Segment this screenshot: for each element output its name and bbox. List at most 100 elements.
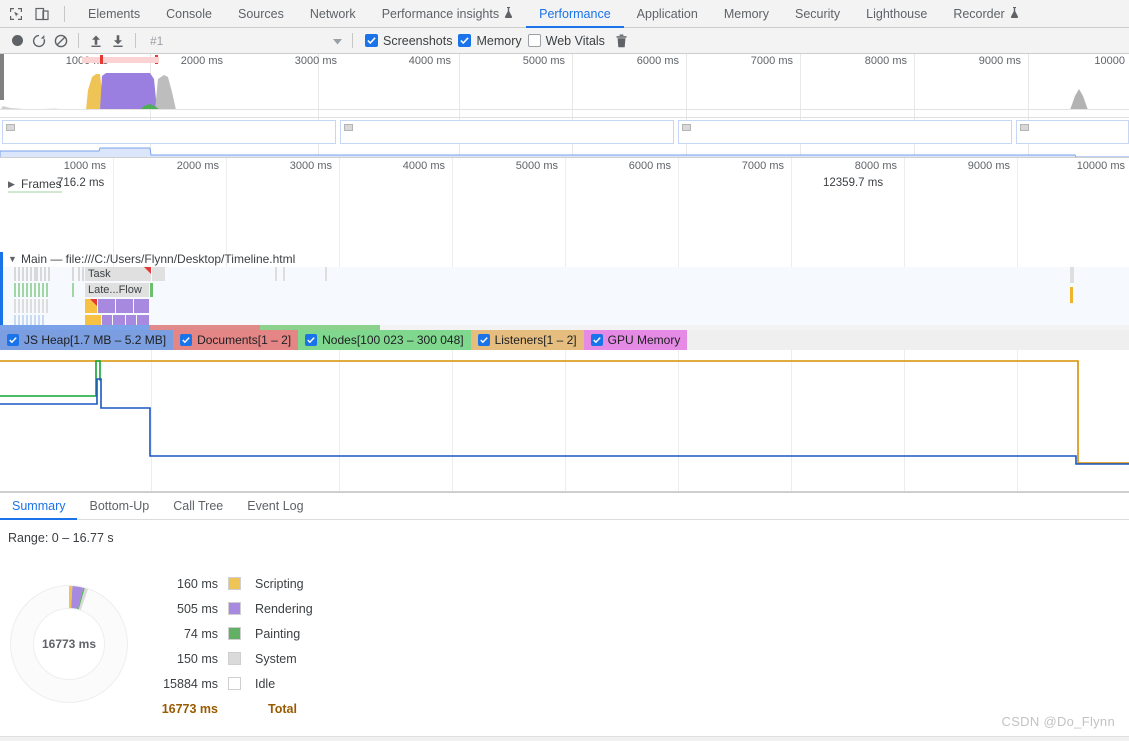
flame-event-rendering-child[interactable] [113, 315, 125, 325]
tab-network[interactable]: Network [297, 0, 369, 28]
tab-lighthouse[interactable]: Lighthouse [853, 0, 940, 28]
legend-swatch [228, 627, 241, 640]
flame-event-task[interactable]: Task [85, 267, 151, 281]
range-label: Range: 0 – 16.77 s [8, 531, 114, 545]
counter-toggle-gpu-memory[interactable]: GPU Memory [583, 330, 688, 350]
legend-row-rendering[interactable]: 505 ms Rendering [160, 596, 313, 621]
tab-memory[interactable]: Memory [711, 0, 782, 28]
collect-garbage-icon[interactable] [615, 34, 628, 48]
legend-row-idle[interactable]: 15884 ms Idle [160, 671, 313, 696]
legend-label: Painting [255, 626, 301, 641]
track-tick-label: 3000 ms [289, 160, 332, 172]
track-header-frames[interactable]: ▶ Frames [8, 177, 62, 193]
screenshot-thumb-icon [6, 124, 15, 131]
checkbox-label: Web Vitals [545, 33, 605, 48]
tabbar-tool-icons [0, 0, 75, 27]
profile-select[interactable]: #1 [146, 31, 346, 50]
flame-event-scripting[interactable] [85, 299, 97, 313]
legend-row-total: 16773 ms Total [160, 696, 313, 721]
flame-event-rendering-child[interactable] [102, 315, 112, 325]
overview-tick-label: 6000 ms [636, 55, 679, 67]
tab-elements[interactable]: Elements [75, 0, 153, 28]
drawer-tab-label: Summary [12, 499, 66, 513]
save-profile-icon[interactable] [107, 30, 129, 52]
tab-performance-insights[interactable]: Performance insights [369, 0, 526, 28]
check-icon [307, 337, 315, 344]
tab-recorder[interactable]: Recorder [940, 0, 1031, 28]
flame-event-rendering-child[interactable] [126, 315, 136, 325]
clear-icon[interactable] [50, 30, 72, 52]
overview-tick-label: 8000 ms [864, 55, 907, 67]
track-header-main[interactable]: ▼ Main — file:///C:/Users/Flynn/Desktop/… [8, 252, 295, 266]
tab-security[interactable]: Security [782, 0, 853, 28]
checkbox-memory[interactable]: Memory [458, 33, 522, 48]
record-circle-icon[interactable] [6, 30, 28, 52]
flame-event-rendering[interactable] [134, 299, 149, 313]
tab-call-tree[interactable]: Call Tree [161, 493, 235, 519]
checkbox-screenshots[interactable]: Screenshots [365, 34, 452, 48]
counter-label: Documents[1 – 2] [197, 333, 292, 347]
legend-row-scripting[interactable]: 160 ms Scripting [160, 571, 313, 596]
checkbox-box [7, 334, 19, 346]
legend-label: Rendering [255, 601, 313, 616]
overview-network-track [0, 110, 1129, 118]
tab-performance[interactable]: Performance [526, 0, 624, 28]
overview-filmstrip[interactable] [0, 118, 1129, 146]
filmstrip-frame[interactable] [1016, 120, 1129, 144]
overview-tick-label: 10000 [1094, 55, 1125, 67]
flame-event-layout-flow[interactable]: Late...Flow [85, 283, 149, 297]
counter-toggle-nodes[interactable]: Nodes[100 023 – 300 048] [298, 330, 471, 350]
filmstrip-frame[interactable] [678, 120, 1012, 144]
overview-tick-label: 2000 ms [180, 55, 223, 67]
timeline-tracks[interactable]: 1000 ms 2000 ms 3000 ms 4000 ms 5000 ms … [0, 158, 1129, 330]
legend-row-system[interactable]: 150 ms System [160, 646, 313, 671]
flame-event-small[interactable] [152, 267, 165, 281]
devtools-window: Elements Console Sources Network Perform… [0, 0, 1129, 741]
load-profile-icon[interactable] [85, 30, 107, 52]
counter-toggle-listeners[interactable]: Listeners[1 – 2] [470, 330, 584, 350]
flame-event-label: Late...Flow [88, 284, 142, 296]
counter-toggle-documents[interactable]: Documents[1 – 2] [173, 330, 299, 350]
track-tick-label: 5000 ms [515, 160, 558, 172]
memory-counters-bar: JS Heap[1.7 MB – 5.2 MB] Documents[1 – 2… [0, 330, 1129, 350]
legend-value: 15884 ms [163, 676, 218, 691]
inspect-cursor-icon[interactable] [8, 6, 24, 22]
track-label: Main — file:///C:/Users/Flynn/Desktop/Ti… [21, 252, 296, 266]
dropdown-caret-icon [333, 34, 342, 48]
counter-toggle-js-heap[interactable]: JS Heap[1.7 MB – 5.2 MB] [0, 330, 174, 350]
warning-triangle-icon [144, 267, 151, 274]
device-toggle-icon[interactable] [34, 6, 50, 22]
flame-event-rendering[interactable] [98, 299, 115, 313]
tab-console[interactable]: Console [153, 0, 225, 28]
legend-value: 74 ms [183, 626, 218, 641]
tab-sources[interactable]: Sources [225, 0, 297, 28]
tab-application[interactable]: Application [624, 0, 711, 28]
flame-event-rendering[interactable] [116, 299, 133, 313]
memory-counter-graph[interactable] [0, 350, 1129, 492]
checkbox-label: Memory [476, 33, 522, 48]
track-tick-label: 2000 ms [176, 160, 219, 172]
checkbox-box [365, 34, 378, 47]
check-icon [9, 337, 17, 344]
tab-summary[interactable]: Summary [0, 493, 78, 520]
legend-row-painting[interactable]: 74 ms Painting [160, 621, 313, 646]
checkbox-box [590, 334, 603, 346]
checkbox-box [305, 334, 318, 346]
check-icon [479, 337, 488, 344]
tab-bottom-up[interactable]: Bottom-Up [77, 493, 161, 519]
flame-event-scripting-child[interactable] [85, 315, 101, 325]
filmstrip-frame[interactable] [2, 120, 336, 144]
drawer-tabs: Summary Bottom-Up Call Tree Event Log [0, 493, 1129, 520]
reload-record-icon[interactable] [28, 30, 50, 52]
watermark: CSDN @Do_Flynn [1001, 714, 1115, 729]
track-tick-label: 7000 ms [741, 160, 784, 172]
timeline-overview[interactable]: 1000 ms 2000 ms 3000 ms 4000 ms 5000 ms … [0, 54, 1129, 158]
checkbox-web-vitals[interactable]: Web Vitals [527, 33, 605, 48]
legend-swatch [228, 577, 241, 590]
flame-event-rendering-child[interactable] [137, 315, 149, 325]
tab-event-log[interactable]: Event Log [235, 493, 315, 519]
flame-event-paint-sliver[interactable] [150, 283, 153, 297]
filmstrip-frame[interactable] [340, 120, 674, 144]
collapse-arrow-icon: ▼ [8, 254, 17, 264]
check-icon [367, 37, 376, 45]
